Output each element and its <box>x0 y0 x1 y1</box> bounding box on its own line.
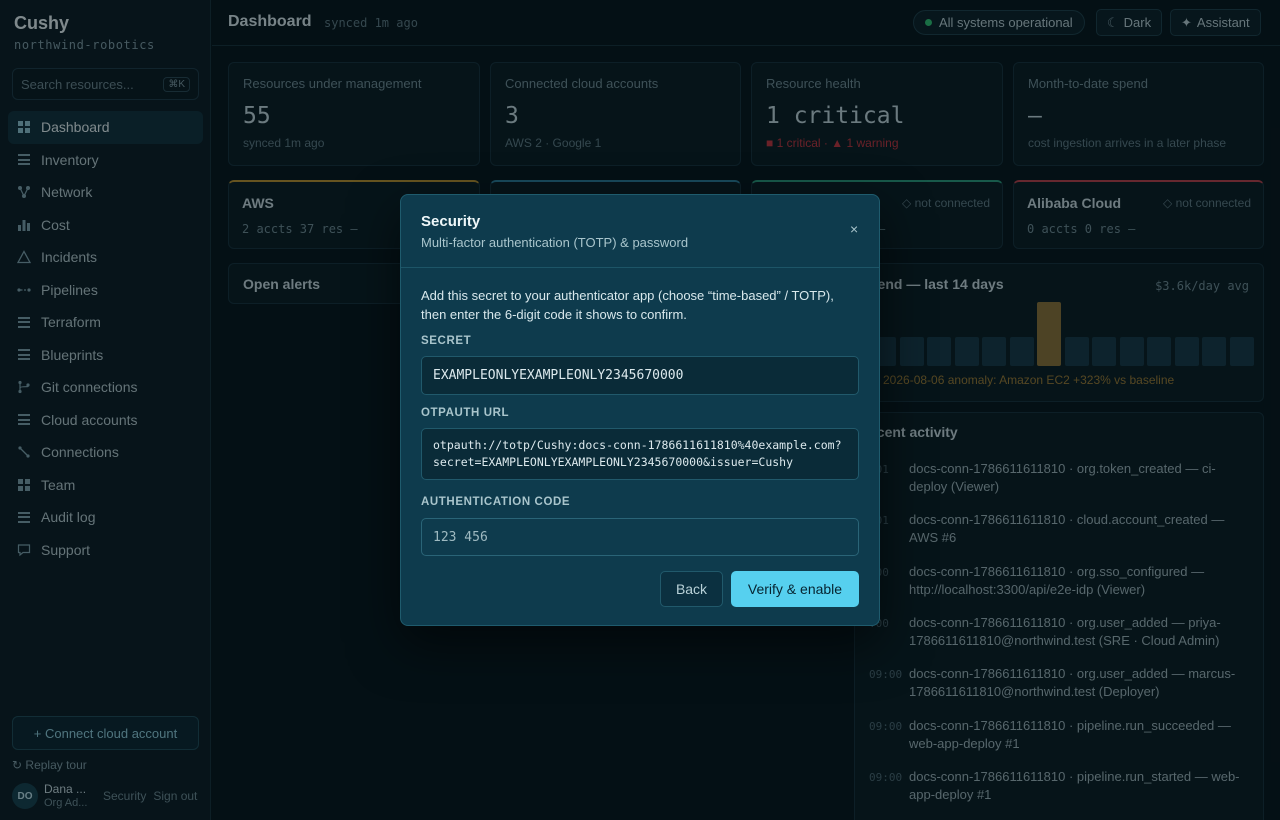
secret-label: SECRET <box>421 335 472 347</box>
modal-title: Security <box>421 213 481 230</box>
modal-header: Security Multi-factor authentication (TO… <box>401 195 879 268</box>
otpauth-url-line: otpauth://totp/Cushy:docs-conn-178661161… <box>433 438 842 452</box>
secret-field[interactable]: EXAMPLEONLYEXAMPLEONLY2345670000 <box>421 356 859 395</box>
modal-description: Add this secret to your authenticator ap… <box>421 288 834 322</box>
back-button[interactable]: Back <box>660 571 723 607</box>
modal-subtitle: Multi-factor authentication (TOTP) & pas… <box>421 235 689 250</box>
close-icon[interactable]: × <box>850 221 858 237</box>
authentication-code-label: AUTHENTICATION CODE <box>421 496 571 508</box>
verify-enable-button[interactable]: Verify & enable <box>731 571 859 607</box>
otpauth-url-field[interactable]: otpauth://totp/Cushy:docs-conn-178661161… <box>421 428 859 480</box>
otpauth-url-label: OTPAUTH URL <box>421 407 510 419</box>
otpauth-url-line: secret=EXAMPLEONLYEXAMPLEONLY2345670000&… <box>433 455 794 469</box>
security-modal: Security Multi-factor authentication (TO… <box>400 194 880 626</box>
secret-value: EXAMPLEONLYEXAMPLEONLY2345670000 <box>433 368 684 383</box>
authentication-code-input[interactable] <box>421 518 859 556</box>
